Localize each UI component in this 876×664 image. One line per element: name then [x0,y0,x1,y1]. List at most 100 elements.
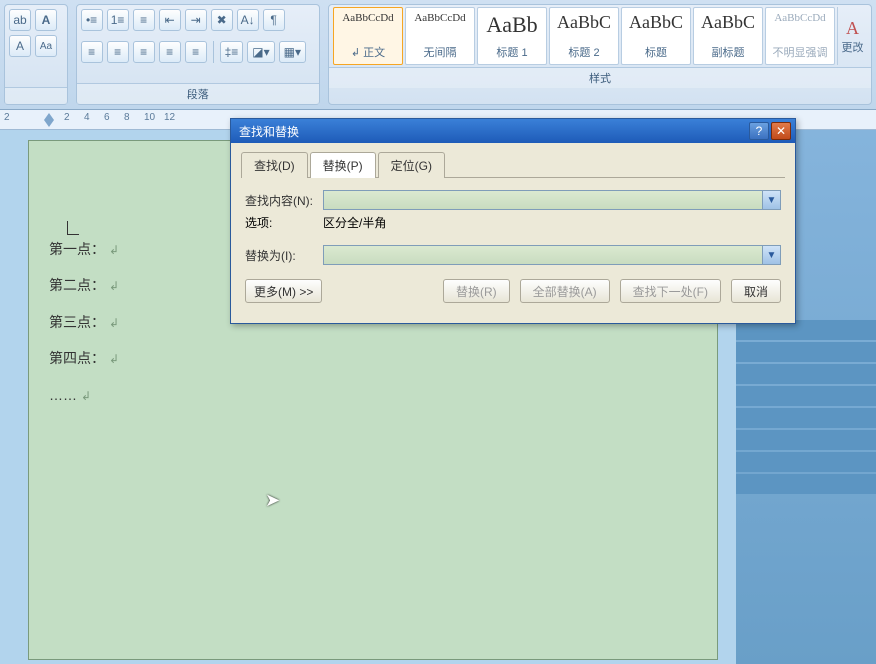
line-text: 第二点： [49,277,105,293]
paragraph-group-title: 段落 [77,83,319,104]
ribbon-group-font-fragment: ab A A Aa [4,4,68,105]
indent-inc-button[interactable]: ⇥ [185,9,207,31]
style-preview: AaBbC [701,12,755,33]
ribbon-group-title [5,87,67,104]
style-label: ↲ 正文 [351,44,385,60]
vertical-ruler[interactable] [0,130,28,664]
dialog-close-button[interactable]: ✕ [771,122,791,140]
line-spacing-button[interactable]: ‡≡ [220,41,244,63]
first-line-indent-marker[interactable] [44,113,54,120]
find-next-button[interactable]: 查找下一处(F) [620,279,721,303]
find-replace-dialog: 查找和替换 ? ✕ 查找(D) 替换(P) 定位(G) 查找内容(N): ▼ 选… [230,118,796,324]
align-justify-button[interactable]: ≡ [159,41,181,63]
style-item-6[interactable]: AaBbCcDd 不明显强调 [765,7,835,65]
align-right-button[interactable]: ≡ [133,41,155,63]
shading-button[interactable]: ◪▾ [247,41,274,63]
hanging-indent-marker[interactable] [44,120,54,127]
replace-panel: 查找内容(N): ▼ 选项: 区分全/半角 替换为(I): ▼ 更多(M) >>… [241,188,785,311]
paragraph-mark-icon: ↲ [109,279,119,293]
styles-group-title: 样式 [329,67,871,88]
replace-label: 替换为(I): [245,247,323,264]
ruler-tick: 2 [4,112,10,123]
ruler-tick: 12 [164,112,175,123]
change-styles-icon: A [846,18,859,39]
highlight-button[interactable]: ab [9,9,31,31]
ltr-button[interactable]: ✖ [211,9,233,31]
line-text: 第四点： [49,350,105,366]
line-text: …… [49,387,77,403]
tab-goto[interactable]: 定位(G) [378,152,445,178]
more-button[interactable]: 更多(M) >> [245,279,322,303]
dialog-title: 查找和替换 [239,123,747,140]
document-line[interactable]: 第四点： ↲ [49,340,697,376]
options-label: 选项: [245,214,323,231]
style-preview: AaBbC [557,12,611,33]
ribbon-group-paragraph: •≡ 1≡ ≡ ⇤ ⇥ ✖ A↓ ¶ ≡ ≡ ≡ ≡ ≡ ‡≡ ◪▾ ▦▾ 段落 [76,4,320,105]
tab-replace[interactable]: 替换(P) [310,152,376,178]
document-line[interactable]: …… ↲ [49,377,697,413]
style-item-5[interactable]: AaBbC 副标题 [693,7,763,65]
style-label: 标题 2 [568,44,599,60]
paragraph-mark-icon: ↲ [109,352,119,366]
align-distribute-button[interactable]: ≡ [185,41,207,63]
aa-button[interactable]: Aa [35,35,57,57]
align-center-button[interactable]: ≡ [107,41,129,63]
numbering-button[interactable]: 1≡ [107,9,129,31]
style-label: 副标题 [712,44,745,60]
style-label: 标题 [645,44,667,60]
style-preview: AaBbCcDd [414,12,465,24]
paragraph-mark-icon: ↲ [81,389,91,403]
multilevel-button[interactable]: ≡ [133,9,155,31]
chevron-down-icon[interactable]: ▼ [762,246,780,264]
style-preview: AaBbC [629,12,683,33]
cancel-button[interactable]: 取消 [731,279,781,303]
find-label: 查找内容(N): [245,192,323,209]
style-item-0[interactable]: AaBbCcDd ↲ 正文 [333,7,403,65]
dialog-tabs: 查找(D) 替换(P) 定位(G) [241,151,785,178]
chevron-down-icon[interactable]: ▼ [762,191,780,209]
paragraph-mark-icon: ↲ [109,316,119,330]
change-styles-button[interactable]: A更改 [837,7,867,65]
paragraph-mark-icon: ↲ [109,243,119,257]
ruler-tick: 6 [104,112,110,123]
char-border-button[interactable]: A [9,35,31,57]
font-box-button[interactable]: A [35,9,57,31]
ruler-tick: 10 [144,112,155,123]
style-label: 不明显强调 [773,44,828,60]
dialog-help-button[interactable]: ? [749,122,769,140]
style-item-1[interactable]: AaBbCcDd 无间隔 [405,7,475,65]
style-label: 标题 1 [496,44,527,60]
style-item-2[interactable]: AaBb 标题 1 [477,7,547,65]
find-input[interactable]: ▼ [323,190,781,210]
sort-button[interactable]: A↓ [237,9,259,31]
ruler-tick: 2 [64,112,70,123]
replace-button[interactable]: 替换(R) [443,279,510,303]
borders-button[interactable]: ▦▾ [279,41,306,63]
show-marks-button[interactable]: ¶ [263,9,285,31]
ruler-tick: 8 [124,112,130,123]
options-value: 区分全/半角 [323,214,386,231]
line-text: 第三点： [49,314,105,330]
line-text: 第一点： [49,241,105,257]
separator [213,41,214,63]
style-preview: AaBbCcDd [774,12,825,24]
ribbon: ab A A Aa •≡ 1≡ ≡ ⇤ ⇥ ✖ A↓ ¶ ≡ ≡ ≡ ≡ ≡ ‡… [0,0,876,110]
bullets-button[interactable]: •≡ [81,9,103,31]
change-styles-label: 更改 [842,39,864,55]
style-item-4[interactable]: AaBbC 标题 [621,7,691,65]
ribbon-group-styles: AaBbCcDd ↲ 正文 AaBbCcDd 无间隔 AaBb 标题 1 AaBbC 标题 2… [328,4,872,105]
styles-gallery: AaBbCcDd ↲ 正文 AaBbCcDd 无间隔 AaBb 标题 1 AaBbC 标题 2… [329,5,871,67]
style-label: 无间隔 [424,44,457,60]
style-item-3[interactable]: AaBbC 标题 2 [549,7,619,65]
style-preview: AaBbCcDd [342,12,393,24]
indent-dec-button[interactable]: ⇤ [159,9,181,31]
text-caret [67,221,79,235]
tab-find[interactable]: 查找(D) [241,152,308,178]
align-left-button[interactable]: ≡ [81,41,103,63]
style-preview: AaBb [486,12,537,38]
right-stripes [736,320,876,496]
replace-all-button[interactable]: 全部替换(A) [520,279,610,303]
replace-input[interactable]: ▼ [323,245,781,265]
dialog-titlebar[interactable]: 查找和替换 ? ✕ [231,119,795,143]
ruler-tick: 4 [84,112,90,123]
